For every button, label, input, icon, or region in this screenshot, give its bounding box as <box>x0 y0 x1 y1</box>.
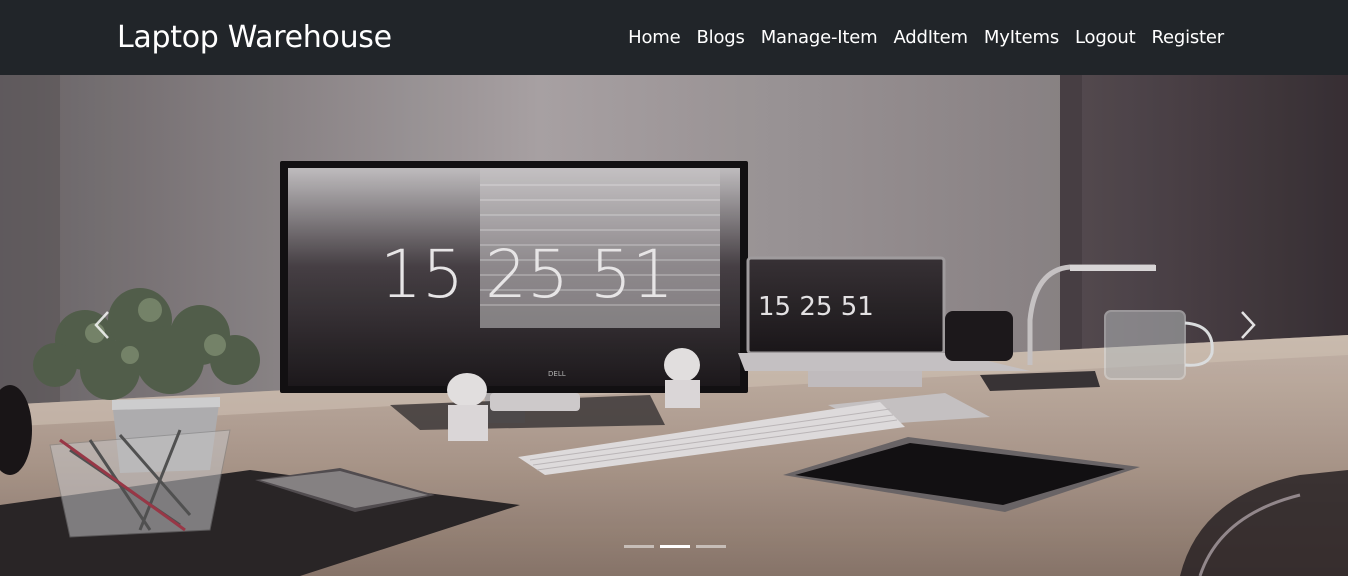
nav-my-items-link[interactable]: MyItems <box>976 27 1067 48</box>
nav-blogs-link[interactable]: Blogs <box>689 27 753 48</box>
nav-home-link[interactable]: Home <box>620 27 688 48</box>
nav-logout-link[interactable]: Logout <box>1067 27 1143 48</box>
brand-logo[interactable]: Laptop Warehouse <box>117 20 392 55</box>
chevron-left-icon <box>94 311 109 339</box>
hero-slide-image: 15 25 51 DELL 15 25 51 <box>0 75 1348 576</box>
hero-carousel: 15 25 51 DELL 15 25 51 <box>0 75 1348 576</box>
chevron-right-icon <box>1241 311 1256 339</box>
carousel-next-button[interactable] <box>1232 300 1262 350</box>
nav-links: Home Blogs Manage-Item AddItem MyItems L… <box>620 27 1224 48</box>
carousel-indicators <box>624 545 726 548</box>
nav-add-item-link[interactable]: AddItem <box>885 27 975 48</box>
carousel-indicator-3[interactable] <box>696 545 726 548</box>
carousel-prev-button[interactable] <box>88 300 118 350</box>
carousel-indicator-2[interactable] <box>660 545 690 548</box>
nav-manage-item-link[interactable]: Manage-Item <box>753 27 886 48</box>
carousel-indicator-1[interactable] <box>624 545 654 548</box>
nav-register-link[interactable]: Register <box>1143 27 1224 48</box>
navbar: Laptop Warehouse Home Blogs Manage-Item … <box>0 0 1348 75</box>
